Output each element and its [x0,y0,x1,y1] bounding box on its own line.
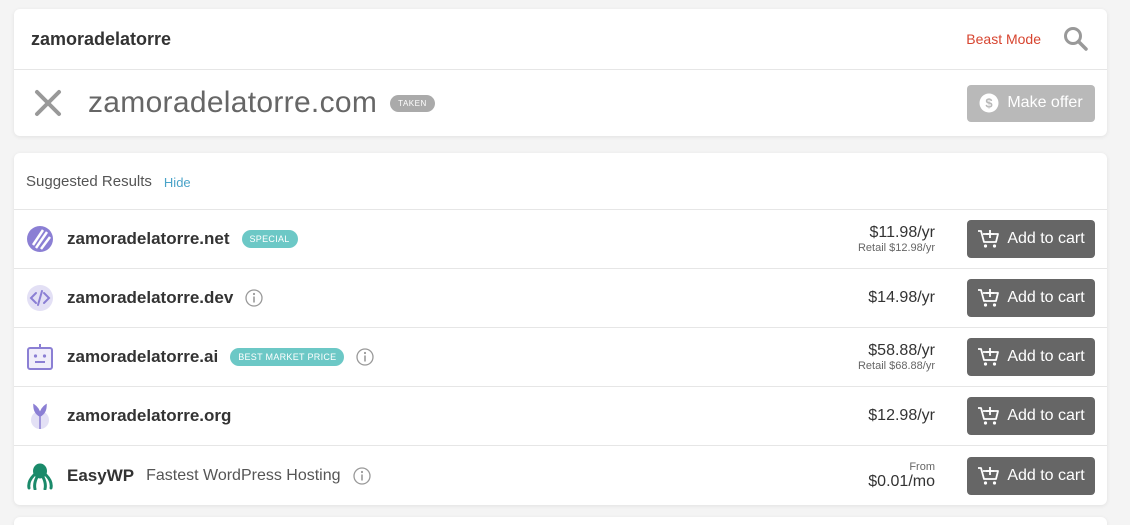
price-box: From $0.01/mo [868,461,935,491]
retail-price: Retail $12.98/yr [857,242,935,254]
primary-result-row: zamoradelatorre.com TAKEN $ Make offer [14,70,1107,136]
search-card: zamoradelatorre Beast Mode zamoradelator… [14,9,1107,136]
best-market-price-badge: BEST MARKET PRICE [230,348,345,366]
cart-icon [978,289,1000,307]
add-to-cart-button[interactable]: Add to cart [967,397,1095,435]
special-badge: SPECIAL [241,230,298,248]
make-offer-label: Make offer [1007,94,1083,111]
result-row-org: zamoradelatorre.org $12.98/yr Add to car… [14,387,1107,446]
search-icon[interactable] [1063,26,1089,52]
from-label: From [909,460,935,473]
hide-link[interactable]: Hide [164,175,191,190]
info-icon[interactable] [245,289,263,307]
cart-icon [978,230,1000,248]
result-row-ai: zamoradelatorre.ai BEST MARKET PRICE $58… [14,328,1107,387]
info-icon[interactable] [352,466,371,485]
add-to-cart-label: Add to cart [1007,230,1085,247]
result-row-easywp: EasyWP Fastest WordPress Hosting From $0… [14,446,1107,505]
price-box: $58.88/yr Retail $68.88/yr [858,342,935,372]
price: $58.88/yr [868,342,935,359]
cart-icon [978,466,1000,485]
ai-tld-icon [26,343,54,371]
search-bar: zamoradelatorre Beast Mode [14,9,1107,70]
price: $0.01/mo [868,472,935,490]
row-domain[interactable]: EasyWP [67,466,134,486]
easywp-octopus-icon [26,462,54,490]
price-box: $11.98/yr Retail $12.98/yr [858,224,935,254]
add-to-cart-button[interactable]: Add to cart [967,279,1095,317]
price: $12.98/yr [868,407,935,424]
add-to-cart-label: Add to cart [1007,289,1085,306]
suggested-header: Suggested Results Hide [14,153,1107,210]
beast-mode-link[interactable]: Beast Mode [966,31,1041,47]
info-icon[interactable] [356,348,375,366]
suggested-results-card: Suggested Results Hide zamoradelatorre.n… [14,153,1107,505]
suggested-title: Suggested Results [26,172,152,190]
price: $11.98/yr [869,224,935,241]
net-tld-icon [26,225,54,253]
dev-tld-icon [26,284,54,312]
row-domain[interactable]: zamoradelatorre.dev [67,288,233,308]
price-box: $14.98/yr [868,289,935,307]
next-card-edge [14,517,1107,525]
dollar-icon: $ [979,93,999,113]
svg-text:$: $ [986,96,994,111]
primary-domain: zamoradelatorre.com [88,86,378,119]
result-row-dev: zamoradelatorre.dev $14.98/yr Add to car… [14,269,1107,328]
taken-x-icon [35,90,61,116]
retail-price: Retail $68.88/yr [857,360,935,372]
add-to-cart-button[interactable]: Add to cart [967,220,1095,258]
add-to-cart-label: Add to cart [1007,348,1085,365]
cart-icon [978,407,1000,425]
taken-badge: TAKEN [390,94,435,112]
add-to-cart-button[interactable]: Add to cart [967,456,1095,495]
add-to-cart-button[interactable]: Add to cart [967,338,1095,376]
add-to-cart-label: Add to cart [1007,466,1085,484]
org-tld-icon [26,402,54,430]
price: $14.98/yr [868,289,935,306]
easywp-subtitle: Fastest WordPress Hosting [146,466,341,484]
search-input[interactable]: zamoradelatorre [31,29,966,50]
row-domain[interactable]: zamoradelatorre.ai [67,347,218,367]
price-box: $12.98/yr [868,407,935,425]
add-to-cart-label: Add to cart [1007,407,1085,424]
cart-icon [978,348,1000,366]
row-domain[interactable]: zamoradelatorre.org [67,406,231,426]
make-offer-button[interactable]: $ Make offer [967,84,1095,122]
row-domain[interactable]: zamoradelatorre.net [67,229,230,249]
result-row-net: zamoradelatorre.net SPECIAL $11.98/yr Re… [14,210,1107,269]
